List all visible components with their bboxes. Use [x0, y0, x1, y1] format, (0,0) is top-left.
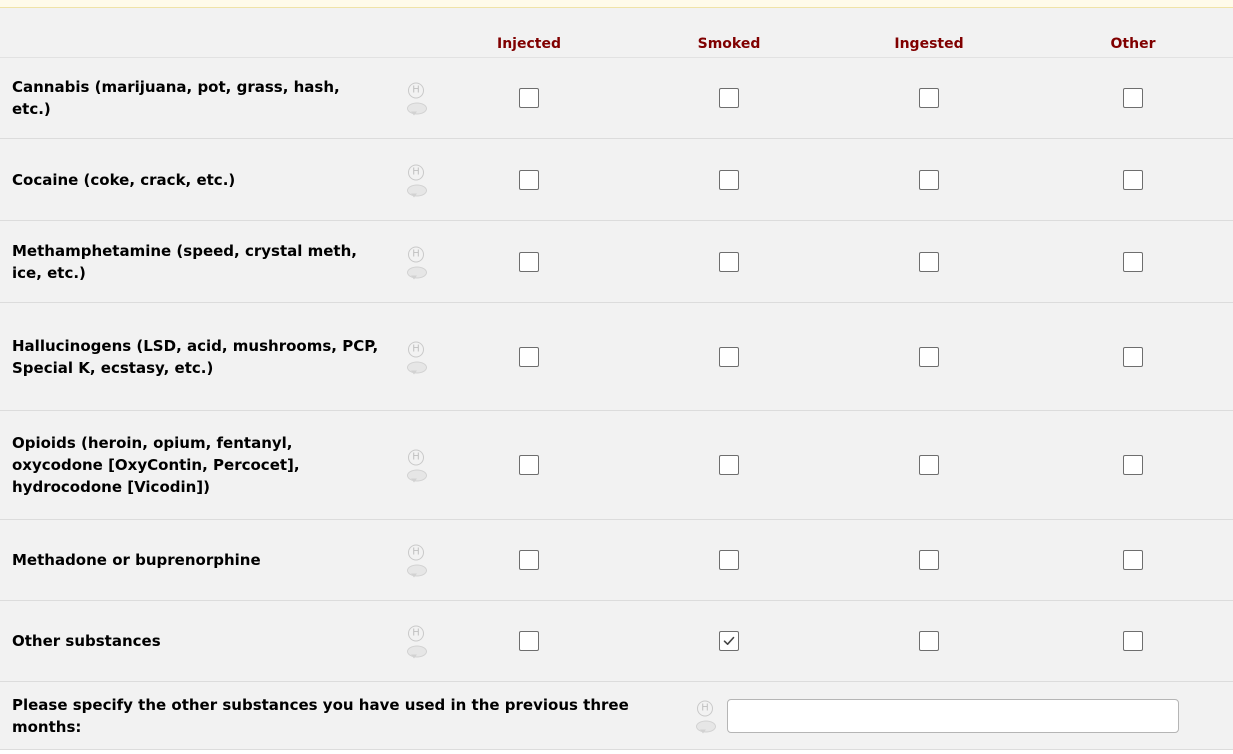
specify-other-row: Please specify the other substances you … — [0, 682, 1233, 750]
matrix-row-hallucinogens: Hallucinogens (LSD, acid, mushrooms, PCP… — [0, 303, 1233, 411]
column-header-other: Other — [1110, 36, 1156, 52]
column-header-injected: Injected — [497, 36, 561, 52]
comment-icon[interactable] — [407, 564, 427, 578]
substance-matrix: Injected Smoked Ingested Other Cannabis … — [0, 8, 1233, 750]
history-icon[interactable]: H — [408, 625, 424, 642]
field-icons: H — [405, 544, 427, 578]
row-label: Other substances — [12, 632, 161, 650]
history-icon[interactable]: H — [408, 341, 424, 357]
matrix-row-cannabis: Cannabis (marijuana, pot, grass, hash, e… — [0, 58, 1233, 139]
checkbox-smoked[interactable] — [719, 88, 739, 108]
row-label: Opioids (heroin, opium, fentanyl, oxycod… — [12, 434, 300, 496]
checkbox-injected[interactable] — [519, 550, 539, 570]
checkbox-smoked[interactable] — [719, 631, 739, 651]
column-header-smoked: Smoked — [697, 36, 761, 52]
matrix-row-cocaine: Cocaine (coke, crack, etc.) H — [0, 139, 1233, 221]
matrix-row-opioids: Opioids (heroin, opium, fentanyl, oxycod… — [0, 411, 1233, 520]
checkbox-other[interactable] — [1123, 251, 1143, 272]
history-icon[interactable]: H — [408, 449, 424, 466]
checkbox-ingested[interactable] — [919, 550, 939, 570]
matrix-row-methadone: Methadone or buprenorphine H — [0, 520, 1233, 601]
row-label: Cocaine (coke, crack, etc.) — [12, 170, 236, 189]
specify-other-label: Please specify the other substances you … — [12, 695, 629, 736]
checkmark-icon — [723, 636, 735, 645]
checkbox-injected[interactable] — [519, 455, 539, 475]
field-icons: H — [405, 82, 427, 116]
checkbox-ingested[interactable] — [919, 88, 939, 108]
checkbox-other[interactable] — [1123, 631, 1143, 651]
history-icon[interactable]: H — [408, 82, 424, 99]
matrix-row-other-substances: Other substances H — [0, 601, 1233, 682]
matrix-header: Injected Smoked Ingested Other — [0, 8, 1233, 58]
field-icons: H — [405, 625, 427, 659]
checkbox-smoked[interactable] — [719, 251, 739, 272]
specify-other-input[interactable] — [727, 698, 1179, 733]
comment-icon[interactable] — [407, 361, 427, 374]
checkbox-injected[interactable] — [519, 88, 539, 108]
history-icon[interactable]: H — [408, 164, 424, 180]
checkbox-ingested[interactable] — [919, 251, 939, 272]
matrix-row-methamphetamine: Methamphetamine (speed, crystal meth, ic… — [0, 221, 1233, 303]
history-icon[interactable]: H — [697, 700, 713, 716]
checkbox-ingested[interactable] — [919, 631, 939, 651]
field-icons: H — [405, 449, 427, 483]
checkbox-ingested[interactable] — [919, 346, 939, 367]
comment-icon[interactable] — [407, 266, 427, 279]
checkbox-injected[interactable] — [519, 631, 539, 651]
checkbox-smoked[interactable] — [719, 550, 739, 570]
row-label: Methadone or buprenorphine — [12, 551, 261, 569]
column-header-ingested: Ingested — [894, 36, 964, 52]
row-label: Methamphetamine (speed, crystal meth, ic… — [12, 241, 357, 282]
checkbox-injected[interactable] — [519, 346, 539, 367]
checkbox-other[interactable] — [1123, 88, 1143, 108]
field-icons: H — [405, 246, 427, 279]
checkbox-other[interactable] — [1123, 346, 1143, 367]
field-icons: H — [405, 341, 427, 374]
checkbox-other[interactable] — [1123, 550, 1143, 570]
checkbox-ingested[interactable] — [919, 455, 939, 475]
checkbox-smoked[interactable] — [719, 169, 739, 190]
history-icon[interactable]: H — [408, 544, 424, 561]
checkbox-smoked[interactable] — [719, 346, 739, 367]
comment-icon[interactable] — [407, 469, 427, 483]
checkbox-other[interactable] — [1123, 169, 1143, 190]
comment-icon[interactable] — [407, 102, 427, 116]
checkbox-injected[interactable] — [519, 169, 539, 190]
comment-icon[interactable] — [696, 720, 716, 733]
history-icon[interactable]: H — [408, 246, 424, 262]
row-label: Cannabis (marijuana, pot, grass, hash, e… — [12, 78, 340, 118]
field-icons: H — [694, 700, 716, 733]
comment-icon[interactable] — [407, 645, 427, 659]
top-banner-strip — [0, 0, 1233, 8]
checkbox-ingested[interactable] — [919, 169, 939, 190]
row-label: Hallucinogens (LSD, acid, mushrooms, PCP… — [12, 336, 379, 377]
checkbox-smoked[interactable] — [719, 455, 739, 475]
comment-icon[interactable] — [407, 184, 427, 197]
checkbox-other[interactable] — [1123, 455, 1143, 475]
field-icons: H — [405, 164, 427, 197]
checkbox-injected[interactable] — [519, 251, 539, 272]
